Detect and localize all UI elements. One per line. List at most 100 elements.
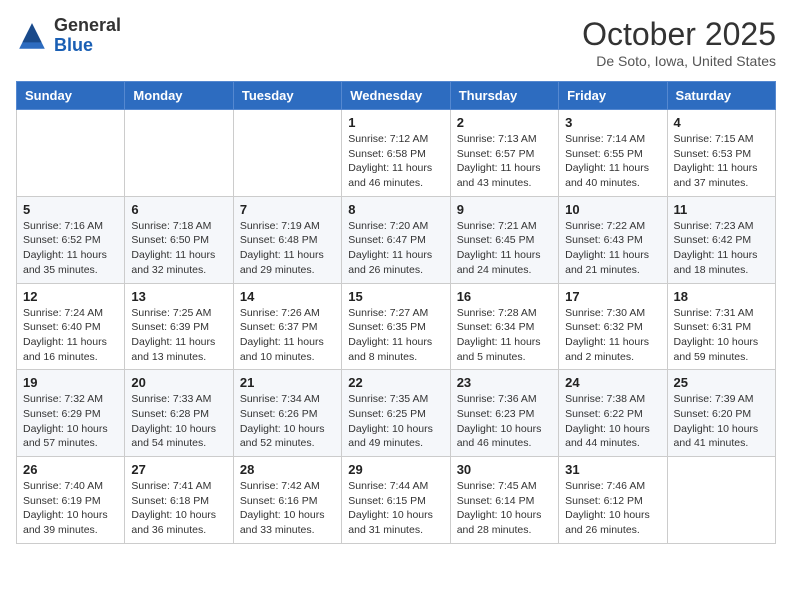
day-info: Sunrise: 7:31 AM Sunset: 6:31 PM Dayligh…: [674, 306, 769, 365]
day-number: 9: [457, 202, 552, 217]
calendar-header-row: SundayMondayTuesdayWednesdayThursdayFrid…: [17, 82, 776, 110]
day-number: 6: [131, 202, 226, 217]
day-number: 8: [348, 202, 443, 217]
calendar-day-4: 4Sunrise: 7:15 AM Sunset: 6:53 PM Daylig…: [667, 110, 775, 197]
calendar-day-29: 29 Sunrise: 7:44 AM Sunset: 6:15 PM Dayli…: [342, 457, 450, 544]
title-block: October 2025 De Soto, Iowa, United State…: [582, 16, 776, 69]
calendar-day-8: 8Sunrise: 7:20 AM Sunset: 6:47 PM Daylig…: [342, 196, 450, 283]
calendar-day-15: 15Sunrise: 7:27 AM Sunset: 6:35 PM Dayli…: [342, 283, 450, 370]
calendar-table: SundayMondayTuesdayWednesdayThursdayFrid…: [16, 81, 776, 544]
calendar-day-2: 2 Sunrise: 7:13 AM Sunset: 6:57 PM Daylig…: [450, 110, 558, 197]
day-number: 27: [131, 462, 226, 477]
day-info: Sunrise: 7:18 AM Sunset: 6:50 PM Dayligh…: [131, 219, 226, 278]
weekday-header-wednesday: Wednesday: [342, 82, 450, 110]
calendar-day-31: 31Sunrise: 7:46 AM Sunset: 6:12 PM Dayli…: [559, 457, 667, 544]
day-number: 23: [457, 375, 552, 390]
day-info: Sunrise: 7:24 AM Sunset: 6:40 PM Dayligh…: [23, 306, 118, 365]
location-subtitle: De Soto, Iowa, United States: [582, 53, 776, 69]
calendar-empty-cell: [125, 110, 233, 197]
day-info: Sunrise: 7:34 AM Sunset: 6:26 PM Dayligh…: [240, 392, 335, 451]
calendar-day-5: 5 Sunrise: 7:16 AM Sunset: 6:52 PM Daylig…: [17, 196, 125, 283]
calendar-day-23: 23 Sunrise: 7:36 AM Sunset: 6:23 PM Dayli…: [450, 370, 558, 457]
calendar-day-21: 21 Sunrise: 7:34 AM Sunset: 6:26 PM Dayli…: [233, 370, 341, 457]
weekday-header-monday: Monday: [125, 82, 233, 110]
day-number: 12: [23, 289, 118, 304]
day-info: Sunrise: 7:35 AM Sunset: 6:25 PM Dayligh…: [348, 392, 443, 451]
day-number: 24: [565, 375, 660, 390]
day-info: Sunrise: 7:41 AM Sunset: 6:18 PM Dayligh…: [131, 479, 226, 538]
weekday-header-thursday: Thursday: [450, 82, 558, 110]
calendar-day-9: 9 Sunrise: 7:21 AM Sunset: 6:45 PM Daylig…: [450, 196, 558, 283]
day-info: Sunrise: 7:21 AM Sunset: 6:45 PM Dayligh…: [457, 219, 552, 278]
calendar-day-26: 26 Sunrise: 7:40 AM Sunset: 6:19 PM Dayli…: [17, 457, 125, 544]
logo-general: General: [54, 16, 121, 36]
calendar-day-24: 24Sunrise: 7:38 AM Sunset: 6:22 PM Dayli…: [559, 370, 667, 457]
month-title: October 2025: [582, 16, 776, 53]
day-info: Sunrise: 7:22 AM Sunset: 6:43 PM Dayligh…: [565, 219, 660, 278]
day-info: Sunrise: 7:14 AM Sunset: 6:55 PM Dayligh…: [565, 132, 660, 191]
calendar-week-row: 19 Sunrise: 7:32 AM Sunset: 6:29 PM Dayli…: [17, 370, 776, 457]
calendar-day-13: 13 Sunrise: 7:25 AM Sunset: 6:39 PM Dayli…: [125, 283, 233, 370]
day-number: 5: [23, 202, 118, 217]
day-info: Sunrise: 7:16 AM Sunset: 6:52 PM Dayligh…: [23, 219, 118, 278]
calendar-day-16: 16Sunrise: 7:28 AM Sunset: 6:34 PM Dayli…: [450, 283, 558, 370]
calendar-day-25: 25 Sunrise: 7:39 AM Sunset: 6:20 PM Dayli…: [667, 370, 775, 457]
day-info: Sunrise: 7:23 AM Sunset: 6:42 PM Dayligh…: [674, 219, 769, 278]
day-number: 13: [131, 289, 226, 304]
day-info: Sunrise: 7:19 AM Sunset: 6:48 PM Dayligh…: [240, 219, 335, 278]
logo-blue: Blue: [54, 36, 121, 56]
day-info: Sunrise: 7:33 AM Sunset: 6:28 PM Dayligh…: [131, 392, 226, 451]
day-number: 30: [457, 462, 552, 477]
calendar-empty-cell: [667, 457, 775, 544]
day-info: Sunrise: 7:40 AM Sunset: 6:19 PM Dayligh…: [23, 479, 118, 538]
logo: General Blue: [16, 16, 121, 56]
calendar-day-3: 3Sunrise: 7:14 AM Sunset: 6:55 PM Daylig…: [559, 110, 667, 197]
day-number: 20: [131, 375, 226, 390]
day-info: Sunrise: 7:13 AM Sunset: 6:57 PM Dayligh…: [457, 132, 552, 191]
calendar-empty-cell: [17, 110, 125, 197]
day-info: Sunrise: 7:30 AM Sunset: 6:32 PM Dayligh…: [565, 306, 660, 365]
day-info: Sunrise: 7:39 AM Sunset: 6:20 PM Dayligh…: [674, 392, 769, 451]
day-info: Sunrise: 7:42 AM Sunset: 6:16 PM Dayligh…: [240, 479, 335, 538]
calendar-day-28: 28 Sunrise: 7:42 AM Sunset: 6:16 PM Dayli…: [233, 457, 341, 544]
calendar-day-10: 10 Sunrise: 7:22 AM Sunset: 6:43 PM Dayli…: [559, 196, 667, 283]
calendar-day-14: 14Sunrise: 7:26 AM Sunset: 6:37 PM Dayli…: [233, 283, 341, 370]
calendar-day-7: 7 Sunrise: 7:19 AM Sunset: 6:48 PM Daylig…: [233, 196, 341, 283]
page-header: General Blue October 2025 De Soto, Iowa,…: [16, 16, 776, 69]
day-info: Sunrise: 7:45 AM Sunset: 6:14 PM Dayligh…: [457, 479, 552, 538]
day-info: Sunrise: 7:25 AM Sunset: 6:39 PM Dayligh…: [131, 306, 226, 365]
day-number: 7: [240, 202, 335, 217]
calendar-week-row: 12 Sunrise: 7:24 AM Sunset: 6:40 PM Dayli…: [17, 283, 776, 370]
weekday-header-saturday: Saturday: [667, 82, 775, 110]
day-number: 17: [565, 289, 660, 304]
day-info: Sunrise: 7:32 AM Sunset: 6:29 PM Dayligh…: [23, 392, 118, 451]
calendar-day-30: 30 Sunrise: 7:45 AM Sunset: 6:14 PM Dayli…: [450, 457, 558, 544]
calendar-week-row: 1 Sunrise: 7:12 AM Sunset: 6:58 PM Daylig…: [17, 110, 776, 197]
day-info: Sunrise: 7:12 AM Sunset: 6:58 PM Dayligh…: [348, 132, 443, 191]
day-number: 2: [457, 115, 552, 130]
day-number: 26: [23, 462, 118, 477]
day-number: 21: [240, 375, 335, 390]
calendar-week-row: 26 Sunrise: 7:40 AM Sunset: 6:19 PM Dayli…: [17, 457, 776, 544]
day-number: 29: [348, 462, 443, 477]
calendar-day-22: 22 Sunrise: 7:35 AM Sunset: 6:25 PM Dayli…: [342, 370, 450, 457]
calendar-day-11: 11Sunrise: 7:23 AM Sunset: 6:42 PM Dayli…: [667, 196, 775, 283]
day-info: Sunrise: 7:36 AM Sunset: 6:23 PM Dayligh…: [457, 392, 552, 451]
day-number: 22: [348, 375, 443, 390]
day-info: Sunrise: 7:15 AM Sunset: 6:53 PM Dayligh…: [674, 132, 769, 191]
day-number: 19: [23, 375, 118, 390]
calendar-week-row: 5 Sunrise: 7:16 AM Sunset: 6:52 PM Daylig…: [17, 196, 776, 283]
logo-text: General Blue: [54, 16, 121, 56]
day-number: 10: [565, 202, 660, 217]
day-info: Sunrise: 7:27 AM Sunset: 6:35 PM Dayligh…: [348, 306, 443, 365]
calendar-day-17: 17 Sunrise: 7:30 AM Sunset: 6:32 PM Dayli…: [559, 283, 667, 370]
day-number: 28: [240, 462, 335, 477]
day-info: Sunrise: 7:44 AM Sunset: 6:15 PM Dayligh…: [348, 479, 443, 538]
day-number: 25: [674, 375, 769, 390]
calendar-day-6: 6 Sunrise: 7:18 AM Sunset: 6:50 PM Daylig…: [125, 196, 233, 283]
calendar-day-20: 20 Sunrise: 7:33 AM Sunset: 6:28 PM Dayli…: [125, 370, 233, 457]
day-number: 1: [348, 115, 443, 130]
calendar-day-27: 27 Sunrise: 7:41 AM Sunset: 6:18 PM Dayli…: [125, 457, 233, 544]
logo-icon: [16, 20, 48, 52]
day-info: Sunrise: 7:46 AM Sunset: 6:12 PM Dayligh…: [565, 479, 660, 538]
